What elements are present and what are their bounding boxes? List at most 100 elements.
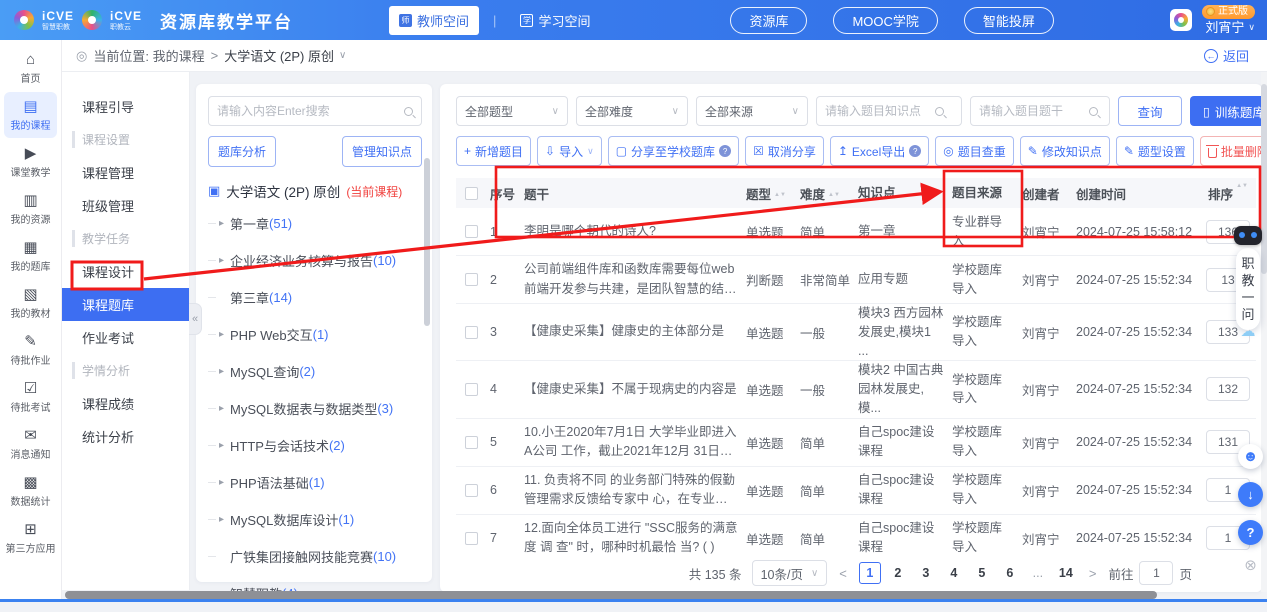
tree-node[interactable]: ▸ HTTP与会话技术 (2)	[208, 427, 422, 464]
tab-learning-space[interactable]: 学 学习空间	[510, 6, 600, 35]
course-menu-item[interactable]: 班级管理	[62, 189, 189, 222]
course-menu-item[interactable]: 课程设置	[62, 123, 189, 156]
sidebar-nav-item[interactable]: ⌂ 首页	[4, 45, 57, 91]
page-size-select[interactable]: 10条/页 ∨	[752, 560, 828, 586]
course-menu-item[interactable]: 课程引导	[62, 90, 189, 123]
cancel-share-button[interactable]: ☒ 取消分享	[745, 136, 824, 166]
sidebar-nav-item[interactable]: ✎ 待批作业	[4, 327, 57, 373]
question-stem-link[interactable]: 10.小王2020年7月1日 大学毕业即进入A公司 工作，截止2021年12月 …	[524, 423, 738, 462]
course-menu-item[interactable]: 课程管理	[62, 156, 189, 189]
select-all-checkbox[interactable]	[465, 187, 478, 200]
sidebar-nav-item[interactable]: ✉ 消息通知	[4, 421, 57, 467]
course-menu-item[interactable]: 学情分析	[62, 354, 189, 387]
sort-icon[interactable]: ▲▼	[1236, 184, 1248, 203]
course-menu-item[interactable]: 作业考试	[62, 321, 189, 354]
help-icon[interactable]: ?	[719, 145, 731, 157]
customer-service-button[interactable]: ☻	[1238, 444, 1263, 469]
horizontal-scrollbar-thumb[interactable]	[65, 591, 1157, 599]
tree-node[interactable]: ▸ 第一章 (51)	[208, 205, 422, 242]
expand-arrow-icon[interactable]: ▸	[219, 329, 230, 340]
course-menu-item[interactable]: 课程成绩	[62, 387, 189, 420]
sidebar-nav-item[interactable]: ☑ 待批考试	[4, 374, 57, 420]
tab-teacher-space[interactable]: 师 教师空间	[389, 6, 479, 35]
difficulty-select[interactable]: 全部难度 ∨	[576, 96, 688, 126]
tree-node[interactable]: ▸ MySQL数据库设计 (1)	[208, 501, 422, 538]
download-button[interactable]: ↓	[1238, 482, 1263, 507]
tree-node[interactable]: ▸ MySQL数据表与数据类型 (3)	[208, 390, 422, 427]
page-button[interactable]: ...	[1027, 562, 1049, 584]
source-select[interactable]: 全部来源 ∨	[696, 96, 808, 126]
tree-node[interactable]: 第三章 (14)	[208, 279, 422, 316]
expand-arrow-icon[interactable]: ▸	[219, 255, 230, 266]
course-menu-item[interactable]: 课程设计	[62, 255, 189, 288]
question-bank-analysis-button[interactable]: 题库分析	[208, 136, 276, 167]
course-menu-item[interactable]: 教学任务	[62, 222, 189, 255]
duplicate-check-button[interactable]: ◎ 题目查重	[935, 136, 1014, 166]
row-checkbox[interactable]	[465, 484, 478, 497]
sort-icon[interactable]: ▲▼	[828, 193, 840, 198]
tree-root-course[interactable]: ▣ 大学语文 (2P) 原创 (当前课程)	[208, 181, 422, 201]
col-order[interactable]: 排序▲▼	[1200, 184, 1256, 203]
tree-node[interactable]: 广铁集团接触网技能竞赛 (10)	[208, 538, 422, 575]
training-bank-button[interactable]: ▯ 训练题库	[1190, 96, 1262, 126]
mooc-college-button[interactable]: MOOC学院	[833, 7, 937, 34]
page-button[interactable]: 1	[859, 562, 881, 584]
question-stem-link[interactable]: 11. 负责将不同 的业务部门特殊的假勤 管理需求反馈给专家中 心，在专业中心的…	[524, 471, 738, 510]
question-stem-link[interactable]: 李明是哪个朝代的诗人?	[524, 222, 738, 241]
order-input[interactable]: 132	[1206, 377, 1250, 401]
excel-export-button[interactable]: ↥ Excel导出 ?	[830, 136, 929, 166]
sidebar-nav-item[interactable]: ▤ 我的课程	[4, 92, 57, 138]
knowledge-search-input[interactable]	[825, 104, 935, 118]
manage-knowledge-button[interactable]: 管理知识点	[342, 136, 422, 167]
course-menu-item[interactable]: 课程题库	[62, 288, 189, 321]
course-switch-caret-icon[interactable]: ∨	[339, 50, 346, 61]
row-checkbox[interactable]	[465, 273, 478, 286]
share-to-school-button[interactable]: ▢ 分享至学校题库 ?	[608, 136, 739, 166]
sidebar-nav-item[interactable]: ▩ 数据统计	[4, 468, 57, 514]
question-stem-link[interactable]: 【健康史采集】健康史的主体部分是	[524, 322, 738, 341]
page-button[interactable]: 5	[971, 562, 993, 584]
tree-node[interactable]: ▸ MySQL查询 (2)	[208, 353, 422, 390]
expand-arrow-icon[interactable]: ▸	[219, 366, 230, 377]
prev-page-button[interactable]: <	[837, 566, 849, 581]
row-checkbox[interactable]	[465, 436, 478, 449]
sidebar-nav-item[interactable]: ▦ 我的题库	[4, 233, 57, 279]
expand-arrow-icon[interactable]: ▸	[219, 403, 230, 414]
resource-library-button[interactable]: 资源库	[730, 7, 807, 34]
sidebar-nav-item[interactable]: ▥ 我的资源	[4, 186, 57, 232]
expand-arrow-icon[interactable]: ▸	[219, 514, 230, 525]
sort-icon[interactable]: ▲▼	[774, 193, 786, 198]
expand-arrow-icon[interactable]: ▸	[219, 440, 230, 451]
tree-node[interactable]: ▸ 企业经济业务核算与报告 (10)	[208, 242, 422, 279]
sidebar-collapse-handle[interactable]: «	[189, 303, 202, 335]
question-stem-link[interactable]: 12.面向全体员工进行 "SSC服务的满意度 调 查" 时，哪种时机最恰 当? …	[524, 519, 738, 558]
page-button[interactable]: 4	[943, 562, 965, 584]
col-type[interactable]: 题型▲▼	[742, 184, 796, 203]
breadcrumb-current-course[interactable]: 大学语文 (2P) 原创	[224, 46, 334, 65]
user-menu[interactable]: 刘宵宁 ∨	[1205, 21, 1255, 35]
assistant-widget[interactable]: 职教一问 ☁	[1232, 226, 1264, 340]
sidebar-nav-item[interactable]: ▧ 我的教材	[4, 280, 57, 326]
page-button[interactable]: 14	[1055, 562, 1077, 584]
tree-node[interactable]: ▸ PHP Web交互 (1)	[208, 316, 422, 353]
expand-arrow-icon[interactable]: ▸	[219, 218, 230, 229]
sidebar-nav-item[interactable]: ▶ 课堂教学	[4, 139, 57, 185]
help-icon[interactable]: ?	[909, 145, 921, 157]
goto-page-input[interactable]	[1139, 561, 1173, 585]
expand-arrow-icon[interactable]: ▸	[219, 477, 230, 488]
add-question-button[interactable]: + 新增题目	[456, 136, 531, 166]
back-button[interactable]: ← 返回	[1204, 46, 1249, 65]
smart-cast-button[interactable]: 智能投屏	[964, 7, 1054, 34]
page-button[interactable]: 3	[915, 562, 937, 584]
row-checkbox[interactable]	[465, 326, 478, 339]
tree-node[interactable]: ▸ PHP语法基础 (1)	[208, 464, 422, 501]
page-button[interactable]: 2	[887, 562, 909, 584]
stem-search-input[interactable]	[979, 104, 1089, 118]
question-type-select[interactable]: 全部题型 ∨	[456, 96, 568, 126]
sidebar-nav-item[interactable]: ⊞ 第三方应用	[4, 515, 57, 561]
next-page-button[interactable]: >	[1087, 566, 1099, 581]
question-stem-link[interactable]: 【健康史采集】不属于现病史的内容是	[524, 380, 738, 399]
type-settings-button[interactable]: ✎ 题型设置	[1116, 136, 1194, 166]
row-checkbox[interactable]	[465, 225, 478, 238]
import-button[interactable]: ⇩ 导入 ∨	[537, 136, 602, 166]
